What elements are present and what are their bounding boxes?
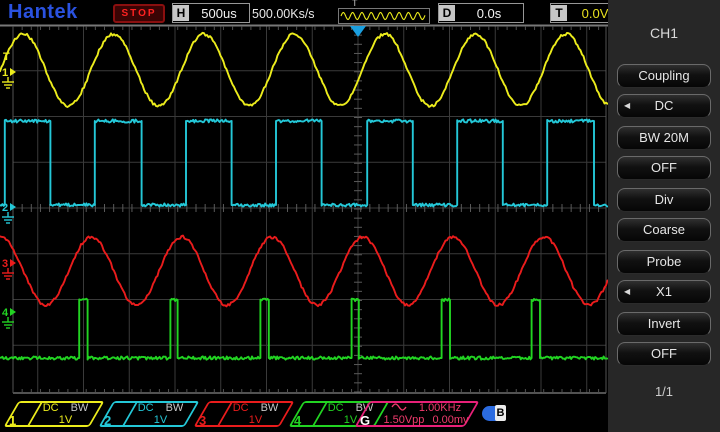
sample-rate-value: 500.00Ks/s	[252, 7, 315, 21]
generator-frequency: 1.00KHz	[419, 402, 461, 414]
channel-number: 4	[294, 414, 301, 428]
waveform-ch4	[0, 299, 607, 360]
channel-number: 2	[104, 414, 111, 428]
left-arrow-icon: ◀	[624, 95, 630, 117]
channel-scale: 1V	[226, 414, 285, 426]
channel-badge-1[interactable]: 1 DC BW1V	[5, 401, 97, 427]
trigger-level-value: 0.0V	[567, 6, 608, 21]
menu-sidebar: CH1 Coupling DC ◀ BW 20M OFF Div Coarse Probe X1…	[608, 0, 720, 432]
channel-coupling: DC	[138, 402, 154, 414]
trigger-position-wave-icon	[338, 8, 430, 24]
channel-marker-4[interactable]: 4	[2, 307, 16, 328]
menu-button-off-9[interactable]: OFF	[617, 342, 711, 366]
waveform-display[interactable]: T1234	[0, 24, 608, 396]
generator-badge[interactable]: G 1.00KHz 1.50Vpp 0.00mv	[356, 401, 472, 427]
channel-coupling: DC	[233, 402, 249, 414]
menu-page-indicator: 1/1	[608, 384, 720, 399]
channel-bandwidth: BW	[166, 402, 184, 414]
horizontal-icon: H	[173, 5, 189, 21]
menu-button-label: Coarse	[643, 222, 685, 237]
timebase-box[interactable]: H 500us	[172, 3, 250, 23]
channel-bandwidth: BW	[261, 402, 279, 414]
left-arrow-icon: ◀	[624, 281, 630, 303]
trigger-position-marker[interactable]	[350, 26, 366, 37]
channel-number: 1	[9, 414, 16, 428]
channel-badge-2[interactable]: 2 DC BW1V	[100, 401, 192, 427]
channel-scale: 1V	[131, 414, 190, 426]
channel-scale: 1V	[36, 414, 95, 426]
channel-marker-2[interactable]: 2	[2, 202, 16, 223]
channel-marker-3[interactable]: 3	[2, 258, 16, 279]
menu-button-invert-8[interactable]: Invert	[617, 312, 711, 336]
menu-button-probe-6[interactable]: Probe	[617, 250, 711, 274]
channel-marker-1[interactable]: T1	[2, 51, 16, 88]
waveform-ch2	[0, 119, 607, 206]
generator-label: G	[360, 414, 370, 428]
menu-button-label: OFF	[651, 346, 677, 361]
channel-coupling: DC	[328, 402, 344, 414]
menu-button-label: Invert	[648, 316, 681, 331]
channel-bandwidth: BW	[71, 402, 89, 414]
waveform-canvas: T1234	[0, 24, 608, 396]
trigger-position-indicator[interactable]: T	[338, 0, 430, 24]
delay-icon: D	[439, 5, 455, 21]
channel-coupling: DC	[43, 402, 59, 414]
menu-button-off-3[interactable]: OFF	[617, 156, 711, 180]
trigger-position-label: T	[352, 0, 358, 8]
menu-button-coupling-0[interactable]: Coupling	[617, 64, 711, 88]
menu-button-label: Probe	[647, 254, 682, 269]
brand-logo: Hantek	[8, 1, 78, 24]
channel-marker-number: 3	[2, 258, 8, 270]
waveform-ch3	[0, 236, 608, 307]
top-bar: Hantek STOP H 500us 500.00Ks/s T D 0.0s …	[0, 0, 608, 24]
trigger-level-box[interactable]: T 0.0V	[550, 3, 608, 23]
generator-amplitude: 1.50Vpp	[383, 414, 424, 426]
oscilloscope-screen: Hantek STOP H 500us 500.00Ks/s T D 0.0s …	[0, 0, 720, 432]
graticule	[0, 26, 608, 394]
menu-button-dc-1[interactable]: DC ◀	[617, 94, 711, 118]
menu-button-label: DC	[655, 98, 674, 113]
menu-button-bw-20m-2[interactable]: BW 20M	[617, 126, 711, 150]
sine-icon	[391, 402, 407, 412]
timebase-value: 500us	[189, 6, 249, 21]
usb-device-icon: B	[482, 405, 510, 422]
menu-button-label: Coupling	[638, 68, 689, 83]
delay-box[interactable]: D 0.0s	[438, 3, 524, 23]
menu-button-div-4[interactable]: Div	[617, 188, 711, 212]
channel-number: 3	[199, 414, 206, 428]
trigger-icon: T	[551, 5, 567, 21]
run-state-badge[interactable]: STOP	[113, 4, 165, 23]
channel-badge-3[interactable]: 3 DC BW1V	[195, 401, 287, 427]
menu-button-label: OFF	[651, 160, 677, 175]
delay-value: 0.0s	[455, 6, 523, 21]
generator-offset: 0.00mv	[432, 414, 468, 426]
channel-marker-number: 1	[2, 67, 8, 79]
menu-button-label: Div	[655, 192, 674, 207]
status-bar: 1DCBW1V2DCBW1V3DCBW1V4DCBW1V G 1.00KHz 1…	[0, 396, 608, 432]
menu-button-label: BW 20M	[639, 130, 689, 145]
trigger-level-marker[interactable]: T	[3, 51, 10, 63]
menu-button-x1-7[interactable]: X1 ◀	[617, 280, 711, 304]
menu-button-coarse-5[interactable]: Coarse	[617, 218, 711, 242]
usb-drive-letter: B	[495, 405, 506, 421]
menu-title: CH1	[608, 25, 720, 41]
menu-button-label: X1	[656, 284, 672, 299]
channel-marker-number: 2	[2, 202, 8, 214]
waveform-ch1	[0, 33, 608, 107]
